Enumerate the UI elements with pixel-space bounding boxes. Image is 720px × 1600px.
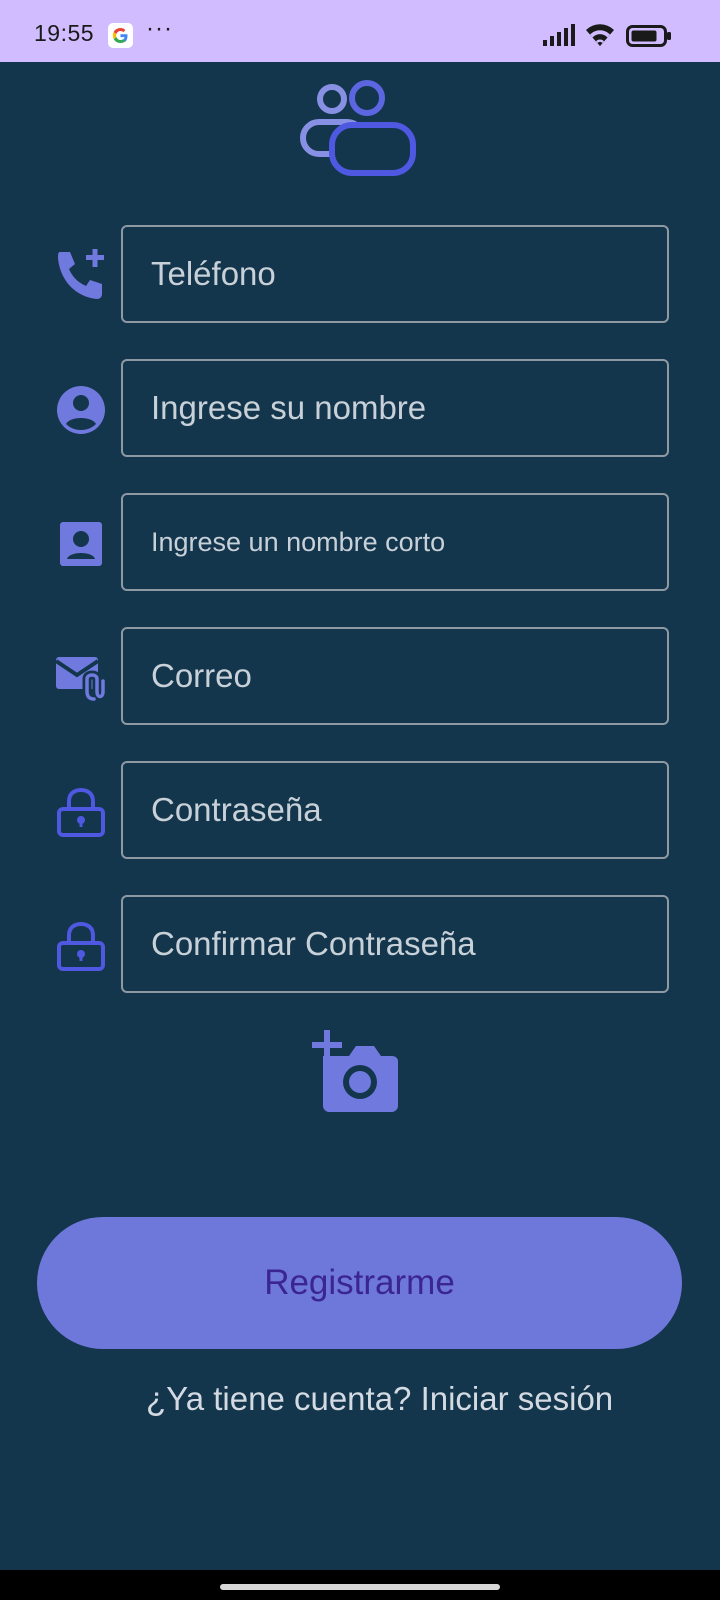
- google-icon: [108, 23, 133, 48]
- add-photo-camera-icon[interactable]: [312, 1030, 404, 1114]
- app-logo-people-icon: [300, 80, 416, 176]
- signal-icon: [543, 24, 575, 46]
- password-row: [54, 761, 674, 861]
- add-call-icon: [58, 249, 104, 299]
- more-dots-icon: ···: [146, 15, 173, 42]
- account-circle-icon: [57, 386, 105, 434]
- lock-icon: [57, 921, 105, 971]
- home-gesture-handle[interactable]: [220, 1584, 500, 1590]
- mail-attachment-icon: [54, 657, 105, 704]
- phone-field-box: [121, 225, 669, 323]
- wifi-icon: [586, 24, 614, 46]
- register-button[interactable]: Registrarme: [37, 1217, 682, 1349]
- email-input[interactable]: [123, 629, 667, 723]
- phone-input[interactable]: [123, 227, 667, 321]
- lock-icon: [57, 787, 105, 837]
- short-name-field-box: [121, 493, 669, 591]
- phone-row: [54, 225, 674, 325]
- contact-card-icon: [60, 522, 102, 566]
- battery-icon: [626, 25, 671, 47]
- email-row: [54, 627, 674, 727]
- name-input[interactable]: [123, 361, 667, 455]
- status-bar: 19:55 ···: [0, 0, 720, 62]
- login-link[interactable]: ¿Ya tiene cuenta? Iniciar sesión: [146, 1380, 613, 1418]
- name-field-box: [121, 359, 669, 457]
- password-field-box: [121, 761, 669, 859]
- status-time: 19:55: [34, 20, 95, 46]
- confirm-password-input[interactable]: [123, 897, 667, 991]
- password-input[interactable]: [123, 763, 667, 857]
- name-row: [54, 359, 674, 459]
- email-field-box: [121, 627, 669, 725]
- short-name-input[interactable]: [123, 495, 667, 589]
- short-name-row: [54, 493, 674, 593]
- confirm-password-field-box: [121, 895, 669, 993]
- confirm-password-row: [54, 895, 674, 995]
